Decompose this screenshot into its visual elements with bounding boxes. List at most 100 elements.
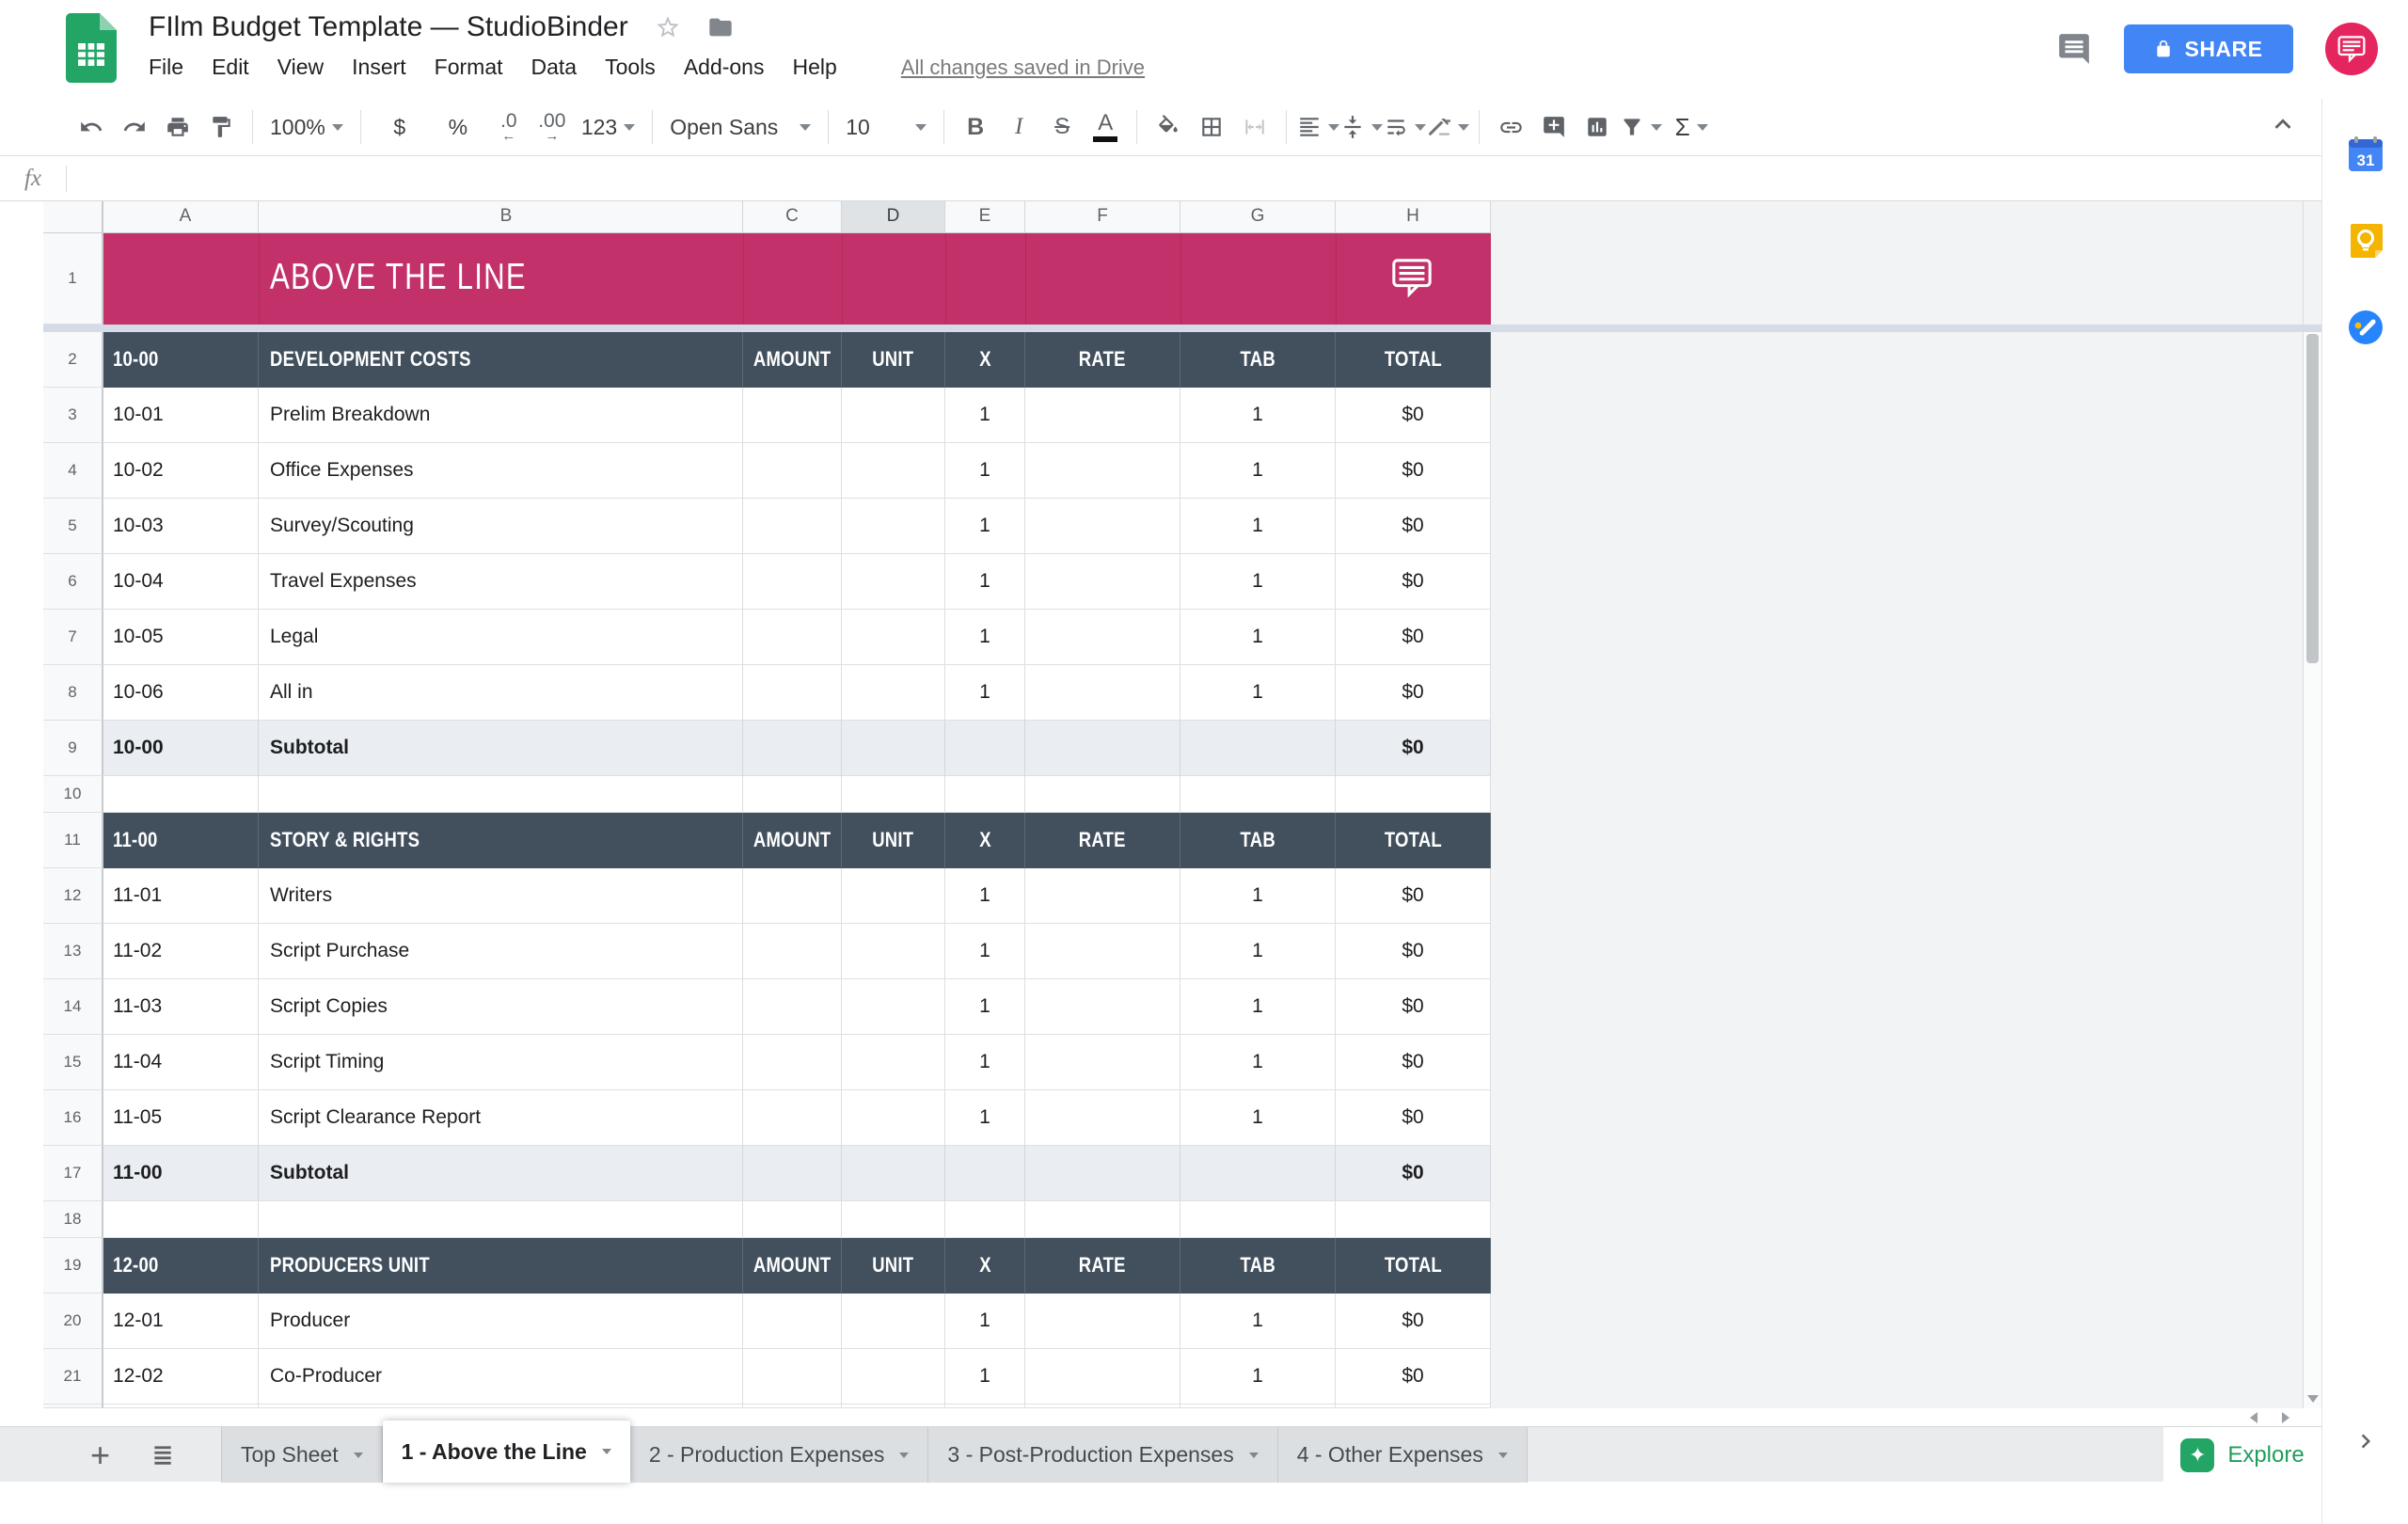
filter-button[interactable] bbox=[1619, 106, 1662, 148]
italic-button[interactable]: I bbox=[997, 106, 1040, 148]
scroll-down-button[interactable] bbox=[2304, 1389, 2321, 1408]
grid-cell-B12[interactable]: Writers bbox=[259, 868, 743, 924]
tab-menu-chevron-icon[interactable] bbox=[1249, 1453, 1259, 1458]
grid-cell-D13[interactable] bbox=[842, 924, 945, 979]
grid-cell-D10[interactable] bbox=[842, 776, 945, 813]
merge-cells-button[interactable] bbox=[1233, 106, 1276, 148]
row-header-14[interactable]: 14 bbox=[43, 979, 103, 1035]
column-header-B[interactable]: B bbox=[259, 200, 743, 233]
grid-cell-B21[interactable]: Co-Producer bbox=[259, 1349, 743, 1405]
grid-cell-A14[interactable]: 11-03 bbox=[103, 979, 259, 1035]
grid-cell-F5[interactable] bbox=[1025, 499, 1180, 554]
grid-cell-F16[interactable] bbox=[1025, 1090, 1180, 1146]
increase-decimal-button[interactable]: .00→ bbox=[531, 106, 574, 148]
grid-cell-C8[interactable] bbox=[743, 665, 842, 721]
decrease-decimal-button[interactable]: .0← bbox=[487, 106, 531, 148]
doc-title[interactable]: FIlm Budget Template — StudioBinder bbox=[149, 11, 628, 43]
sheet-tab-3-post-production-expenses[interactable]: 3 - Post-Production Expenses bbox=[928, 1427, 1277, 1483]
font-size-select[interactable]: 10 bbox=[838, 106, 934, 148]
grid-cell-C21[interactable] bbox=[743, 1349, 842, 1405]
grid-cell-B3[interactable]: Prelim Breakdown bbox=[259, 388, 743, 443]
grid-cell-A5[interactable]: 10-03 bbox=[103, 499, 259, 554]
grid-cell-G7[interactable]: 1 bbox=[1180, 610, 1336, 665]
grid-cell-E21[interactable]: 1 bbox=[945, 1349, 1025, 1405]
grid-cell-A13[interactable]: 11-02 bbox=[103, 924, 259, 979]
grid-cell-B19[interactable]: PRODUCERS UNIT bbox=[259, 1238, 743, 1294]
grid-cell-E7[interactable]: 1 bbox=[945, 610, 1025, 665]
grid-cell-G17[interactable] bbox=[1180, 1146, 1336, 1201]
menu-help[interactable]: Help bbox=[792, 55, 836, 80]
collapse-toolbar-button[interactable] bbox=[2267, 108, 2299, 140]
grid-cell-F18[interactable] bbox=[1025, 1201, 1180, 1238]
grid-cell-H4[interactable]: $0 bbox=[1336, 443, 1491, 499]
grid-cell-H18[interactable] bbox=[1336, 1201, 1491, 1238]
grid-cell-E15[interactable]: 1 bbox=[945, 1035, 1025, 1090]
grid-cell-B14[interactable]: Script Copies bbox=[259, 979, 743, 1035]
grid-cell-E16[interactable]: 1 bbox=[945, 1090, 1025, 1146]
vertical-scrollbar[interactable] bbox=[2303, 332, 2321, 1408]
grid-cell-A18[interactable] bbox=[103, 1201, 259, 1238]
menu-data[interactable]: Data bbox=[531, 55, 578, 80]
paint-format-button[interactable] bbox=[199, 106, 243, 148]
grid-cell-F15[interactable] bbox=[1025, 1035, 1180, 1090]
grid-cell-C2[interactable]: AMOUNT bbox=[743, 332, 842, 388]
grid-cell-B8[interactable]: All in bbox=[259, 665, 743, 721]
grid-cell-E3[interactable]: 1 bbox=[945, 388, 1025, 443]
grid-cell-D19[interactable]: UNIT bbox=[842, 1238, 945, 1294]
grid-cell-F11[interactable]: RATE bbox=[1025, 813, 1180, 868]
row-header-18[interactable]: 18 bbox=[43, 1201, 103, 1238]
grid-cell-A12[interactable]: 11-01 bbox=[103, 868, 259, 924]
row-header-1[interactable]: 1 bbox=[43, 233, 103, 325]
row-header-13[interactable]: 13 bbox=[43, 924, 103, 979]
grid-cell-C6[interactable] bbox=[743, 554, 842, 610]
grid-cell-G11[interactable]: TAB bbox=[1180, 813, 1336, 868]
column-header-F[interactable]: F bbox=[1025, 200, 1180, 233]
grid-cell-E6[interactable]: 1 bbox=[945, 554, 1025, 610]
grid-cell-G6[interactable]: 1 bbox=[1180, 554, 1336, 610]
row-header-4[interactable]: 4 bbox=[43, 443, 103, 499]
insert-link-button[interactable] bbox=[1489, 106, 1532, 148]
grid-cell-C9[interactable] bbox=[743, 721, 842, 776]
grid-cell-D7[interactable] bbox=[842, 610, 945, 665]
grid-cell-G4[interactable]: 1 bbox=[1180, 443, 1336, 499]
grid-cell-A10[interactable] bbox=[103, 776, 259, 813]
grid-cell-A16[interactable]: 11-05 bbox=[103, 1090, 259, 1146]
grid-cell-C13[interactable] bbox=[743, 924, 842, 979]
grid-cell-B2[interactable]: DEVELOPMENT COSTS bbox=[259, 332, 743, 388]
grid-cell-F20[interactable] bbox=[1025, 1294, 1180, 1349]
star-icon[interactable] bbox=[655, 14, 681, 40]
format-currency-button[interactable]: $ bbox=[371, 106, 429, 148]
column-header-H[interactable]: H bbox=[1336, 200, 1491, 233]
grid-cell-E20[interactable]: 1 bbox=[945, 1294, 1025, 1349]
formula-input[interactable] bbox=[67, 156, 2321, 200]
grid-cell-C7[interactable] bbox=[743, 610, 842, 665]
grid-cell-F21[interactable] bbox=[1025, 1349, 1180, 1405]
grid-cell-F17[interactable] bbox=[1025, 1146, 1180, 1201]
grid-cell-D18[interactable] bbox=[842, 1201, 945, 1238]
grid-cell-H3[interactable]: $0 bbox=[1336, 388, 1491, 443]
sheet-tab-4-other-expenses[interactable]: 4 - Other Expenses bbox=[1278, 1427, 1528, 1483]
menu-file[interactable]: File bbox=[149, 55, 183, 80]
grid-cell-F19[interactable]: RATE bbox=[1025, 1238, 1180, 1294]
row-header-2[interactable]: 2 bbox=[43, 332, 103, 388]
row-header-6[interactable]: 6 bbox=[43, 554, 103, 610]
vertical-scrollbar-thumb[interactable] bbox=[2306, 334, 2319, 663]
grid-cell-C16[interactable] bbox=[743, 1090, 842, 1146]
grid-cell-A7[interactable]: 10-05 bbox=[103, 610, 259, 665]
row-header-7[interactable]: 7 bbox=[43, 610, 103, 665]
text-wrap-button[interactable] bbox=[1383, 106, 1426, 148]
grid-cell-D11[interactable]: UNIT bbox=[842, 813, 945, 868]
menu-tools[interactable]: Tools bbox=[605, 55, 656, 80]
grid-cell-C5[interactable] bbox=[743, 499, 842, 554]
grid-cell-G18[interactable] bbox=[1180, 1201, 1336, 1238]
grid-cell-F6[interactable] bbox=[1025, 554, 1180, 610]
grid-cell-F3[interactable] bbox=[1025, 388, 1180, 443]
column-header-E[interactable]: E bbox=[945, 200, 1025, 233]
grid-cell-C11[interactable]: AMOUNT bbox=[743, 813, 842, 868]
grid-cell-D21[interactable] bbox=[842, 1349, 945, 1405]
strikethrough-button[interactable]: S bbox=[1040, 106, 1084, 148]
row-header-20[interactable]: 20 bbox=[43, 1294, 103, 1349]
grid-cell-H11[interactable]: TOTAL bbox=[1336, 813, 1491, 868]
row-header-15[interactable]: 15 bbox=[43, 1035, 103, 1090]
redo-button[interactable] bbox=[113, 106, 156, 148]
